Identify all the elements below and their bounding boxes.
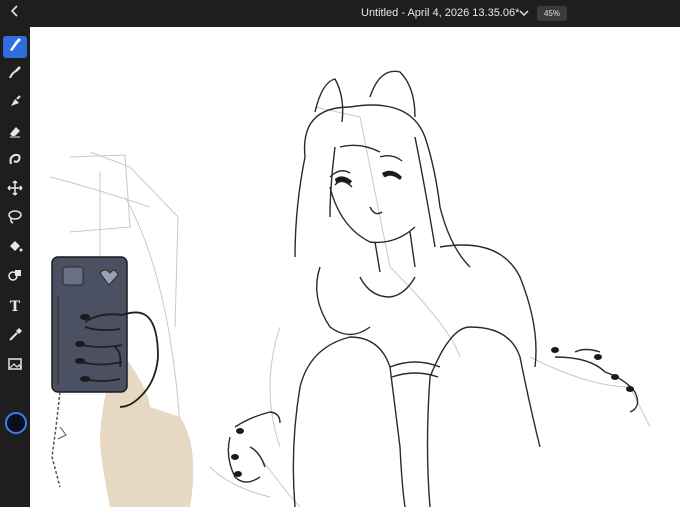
image-tool[interactable]	[3, 355, 27, 377]
sketch-artwork	[49, 70, 651, 507]
shapes-icon	[7, 267, 23, 288]
drawing-canvas[interactable]	[30, 27, 680, 507]
blend-icon	[7, 94, 23, 115]
chevron-down-icon	[519, 4, 529, 22]
tool-bar: T	[0, 27, 30, 507]
smudge-tool[interactable]	[3, 64, 27, 86]
fill-tool[interactable]	[3, 237, 27, 259]
liquify-tool[interactable]	[3, 150, 27, 172]
transform-tool[interactable]	[3, 179, 27, 201]
eraser-tool[interactable]	[3, 122, 27, 144]
smudge-icon	[7, 65, 23, 86]
document-title[interactable]: Untitled - April 4, 2026 13.35.06*	[361, 7, 519, 19]
brush-tool[interactable]	[3, 36, 27, 58]
brush-icon	[7, 37, 23, 58]
text-icon: T	[9, 299, 21, 315]
text-tool[interactable]: T	[3, 296, 27, 318]
blend-tool[interactable]	[3, 93, 27, 115]
eyedropper-icon	[7, 327, 23, 348]
zoom-level[interactable]: 45%	[537, 6, 567, 21]
paint-bucket-icon	[7, 238, 23, 259]
chevron-left-icon	[10, 4, 20, 22]
eyedropper-tool[interactable]	[3, 326, 27, 348]
lasso-icon	[7, 209, 23, 230]
liquify-icon	[7, 151, 23, 172]
back-button[interactable]	[6, 4, 24, 22]
color-swatch[interactable]	[5, 412, 27, 434]
image-icon	[7, 356, 23, 377]
move-arrows-icon	[7, 179, 23, 201]
shape-tool[interactable]	[3, 266, 27, 288]
eraser-icon	[7, 123, 23, 144]
title-menu-button[interactable]	[519, 8, 529, 18]
top-bar: Untitled - April 4, 2026 13.35.06* 45%	[0, 0, 680, 27]
lasso-tool[interactable]	[3, 208, 27, 230]
